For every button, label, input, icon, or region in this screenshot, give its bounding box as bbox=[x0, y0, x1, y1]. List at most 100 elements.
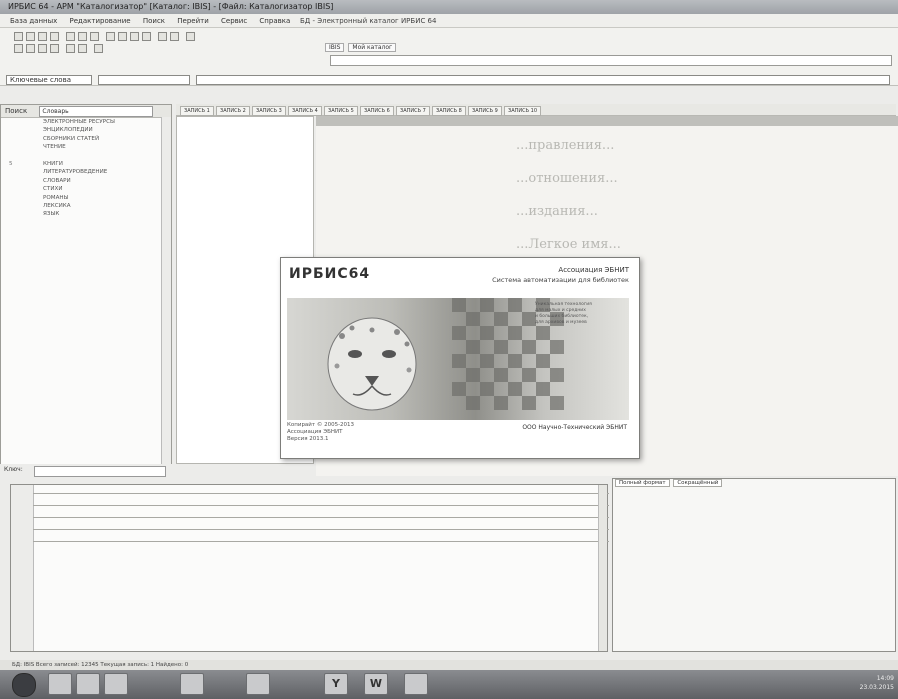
tab-full-format[interactable]: Полный формат bbox=[615, 479, 670, 487]
dictionary-header: Поиск Словарь bbox=[1, 105, 171, 118]
tab-short-format[interactable]: Сокращённый bbox=[673, 479, 723, 487]
search-icon[interactable] bbox=[14, 44, 23, 53]
entry-term: ЯЗЫК bbox=[43, 211, 60, 218]
entry-term: ЧТЕНИЕ bbox=[43, 144, 66, 151]
splash-notes: Уникальная технология для малых и средни… bbox=[535, 302, 623, 326]
field-row[interactable] bbox=[33, 541, 609, 542]
tab-record-7[interactable]: ЗАПИСЬ 7 bbox=[396, 106, 430, 116]
tab-record-1[interactable]: ЗАПИСЬ 1 bbox=[180, 106, 214, 116]
field-row[interactable] bbox=[33, 493, 609, 494]
document-line: ...правления... bbox=[516, 138, 615, 153]
tab-my-catalog[interactable]: Мой каталог bbox=[348, 43, 397, 52]
key-bar: Ключ: bbox=[0, 464, 172, 478]
dictionary-entry[interactable]: ЛЕКСИКА bbox=[1, 202, 171, 210]
key-label: Ключ: bbox=[4, 466, 23, 473]
filter-icon[interactable] bbox=[170, 32, 179, 41]
key-input[interactable] bbox=[34, 466, 166, 477]
tab-record-3[interactable]: ЗАПИСЬ 3 bbox=[252, 106, 286, 116]
settings-icon[interactable] bbox=[78, 44, 87, 53]
menu-item-goto[interactable]: Перейти bbox=[177, 17, 209, 25]
taskbar-app[interactable]: Y bbox=[324, 673, 348, 695]
search-expression-input[interactable] bbox=[196, 75, 890, 85]
dictionary-entry[interactable]: ЭЛЕКТРОННЫЕ РЕСУРСЫ bbox=[1, 118, 171, 126]
clear-icon[interactable] bbox=[94, 44, 103, 53]
start-button[interactable] bbox=[12, 673, 36, 697]
field-row[interactable] bbox=[33, 529, 609, 530]
entry-term: КНИГИ bbox=[43, 160, 63, 167]
dictionary-entry[interactable]: ЭНЦИКЛОПЕДИИ bbox=[1, 126, 171, 134]
tab-record-4[interactable]: ЗАПИСЬ 4 bbox=[288, 106, 322, 116]
import-icon[interactable] bbox=[66, 44, 75, 53]
tab-record-10[interactable]: ЗАПИСЬ 10 bbox=[504, 106, 541, 116]
first-record-icon[interactable] bbox=[106, 32, 115, 41]
last-record-icon[interactable] bbox=[142, 32, 151, 41]
dictionary-select[interactable]: Словарь bbox=[39, 105, 154, 117]
clock-date[interactable]: 23.03.2015 bbox=[860, 683, 894, 692]
system-subtitle: Система автоматизации для библиотек bbox=[492, 276, 629, 284]
dictionary-icon[interactable] bbox=[26, 44, 35, 53]
copy-icon[interactable] bbox=[66, 32, 75, 41]
prev-record-icon[interactable] bbox=[118, 32, 127, 41]
dictionary-entry[interactable]: 5 КНИГИ bbox=[1, 160, 171, 168]
document-bar bbox=[316, 116, 898, 126]
clock-time[interactable]: 14:09 bbox=[860, 674, 894, 683]
association-line: Ассоциация ЭБНИТ bbox=[287, 429, 343, 435]
dictionary-entry[interactable]: СЛОВАРИ bbox=[1, 177, 171, 185]
taskbar-app[interactable] bbox=[48, 673, 72, 695]
tab-record-5[interactable]: ЗАПИСЬ 5 bbox=[324, 106, 358, 116]
menu-item-edit[interactable]: Редактирование bbox=[70, 17, 131, 25]
taskbar-app[interactable]: W bbox=[364, 673, 388, 695]
delete-icon[interactable] bbox=[90, 32, 99, 41]
menu-item-help[interactable]: Справка bbox=[259, 17, 290, 25]
dictionary-entry[interactable]: ЧТЕНИЕ bbox=[1, 143, 171, 151]
dictionary-entry[interactable]: ЯЗЫК bbox=[1, 210, 171, 218]
search-term-input[interactable] bbox=[98, 75, 190, 85]
tab-record-6[interactable]: ЗАПИСЬ 6 bbox=[360, 106, 394, 116]
tab-record-8[interactable]: ЗАПИСЬ 8 bbox=[432, 106, 466, 116]
association-name: Ассоциация ЭБНИТ bbox=[558, 266, 629, 274]
export-icon[interactable] bbox=[50, 44, 59, 53]
taskbar-app[interactable] bbox=[76, 673, 100, 695]
search-select[interactable]: Ключевые слова bbox=[6, 75, 92, 85]
dictionary-entry[interactable]: ЛИТЕРАТУРОВЕДЕНИЕ bbox=[1, 168, 171, 176]
field-row[interactable] bbox=[33, 505, 609, 506]
help-icon[interactable] bbox=[186, 32, 195, 41]
taskbar-app[interactable] bbox=[180, 673, 204, 695]
next-record-icon[interactable] bbox=[130, 32, 139, 41]
status-bar: БД: IBIS Всего записей: 12345 Текущая за… bbox=[0, 660, 898, 670]
splash-note: для архивов и музеев bbox=[535, 320, 587, 325]
taskbar-app[interactable] bbox=[404, 673, 428, 695]
menu-item-service[interactable]: Сервис bbox=[221, 17, 247, 25]
sort-icon[interactable] bbox=[158, 32, 167, 41]
print-icon[interactable] bbox=[50, 32, 59, 41]
tree-icon[interactable] bbox=[38, 44, 47, 53]
entry-term: РОМАНЫ bbox=[43, 194, 69, 201]
menu-item-search[interactable]: Поиск bbox=[143, 17, 165, 25]
view-tabs: Полный формат Сокращённый bbox=[615, 479, 724, 487]
entry-term: СТИХИ bbox=[43, 186, 63, 193]
entry-term: СБОРНИКИ СТАТЕЙ bbox=[43, 135, 100, 142]
tab-record-2[interactable]: ЗАПИСЬ 2 bbox=[216, 106, 250, 116]
dictionary-entry[interactable]: СТИХИ bbox=[1, 185, 171, 193]
open-icon[interactable] bbox=[26, 32, 35, 41]
dictionary-entry[interactable]: РОМАНЫ bbox=[1, 194, 171, 202]
record-view-panel: Полный формат Сокращённый bbox=[612, 478, 896, 652]
dictionary-scrollbar[interactable] bbox=[161, 117, 171, 465]
taskbar-app[interactable] bbox=[246, 673, 270, 695]
field-editor-scrollbar[interactable] bbox=[598, 485, 607, 651]
expression-field[interactable] bbox=[330, 55, 892, 66]
paste-icon[interactable] bbox=[78, 32, 87, 41]
document-line: ...отношения... bbox=[516, 171, 618, 186]
save-icon[interactable] bbox=[38, 32, 47, 41]
taskbar-app[interactable] bbox=[104, 673, 128, 695]
field-row[interactable] bbox=[33, 517, 609, 518]
tab-ibis[interactable]: IBIS bbox=[325, 43, 345, 52]
snow-leopard-icon bbox=[327, 317, 417, 411]
dictionary-entry[interactable]: СБОРНИКИ СТАТЕЙ bbox=[1, 135, 171, 143]
toolbar: IBIS Мой каталог Ключевые слова bbox=[0, 28, 898, 86]
dictionary-entry[interactable] bbox=[1, 152, 171, 160]
organization-name: ООО Научно-Технический ЭБНИТ bbox=[522, 424, 627, 431]
menu-item-database[interactable]: База данных bbox=[10, 17, 57, 25]
tab-record-9[interactable]: ЗАПИСЬ 9 bbox=[468, 106, 502, 116]
new-record-icon[interactable] bbox=[14, 32, 23, 41]
